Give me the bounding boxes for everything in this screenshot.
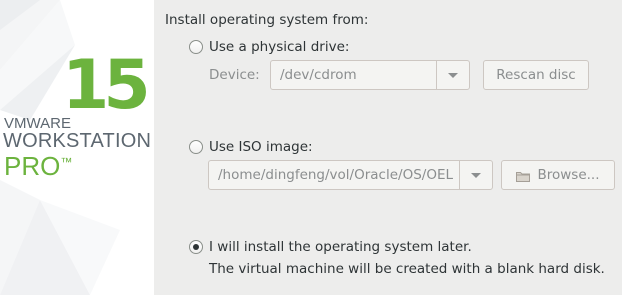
brand-panel: 15 VMWARE WORKSTATION PRO™ — [0, 0, 154, 295]
install-later-note: The virtual machine will be created with… — [209, 261, 605, 277]
rescan-disc-button[interactable]: Rescan disc — [483, 60, 589, 90]
device-value: /dev/cdrom — [280, 67, 357, 83]
brand-edition: PRO™ — [4, 151, 72, 182]
folder-icon — [516, 170, 531, 182]
new-vm-wizard-page: 15 VMWARE WORKSTATION PRO™ Install opera… — [0, 0, 622, 295]
iso-path-combobox[interactable]: /home/dingfeng/vol/Oracle/OS/OEL — [208, 160, 493, 190]
iso-path-dropdown-button[interactable] — [459, 161, 492, 189]
brand-version-number: 15 — [62, 46, 151, 125]
trademark-symbol: ™ — [60, 155, 73, 169]
iso-image-option[interactable]: Use ISO image: — [189, 139, 313, 155]
install-later-label: I will install the operating system late… — [209, 239, 472, 255]
physical-drive-label: Use a physical drive: — [209, 39, 350, 55]
brand-edition-label: PRO — [4, 151, 61, 181]
iso-image-label: Use ISO image: — [209, 139, 313, 155]
brand-product-name: WORKSTATION — [3, 130, 152, 152]
install-source-panel: Install operating system from: Use a phy… — [154, 0, 622, 295]
install-source-title: Install operating system from: — [165, 12, 369, 28]
iso-image-radio[interactable] — [189, 140, 203, 154]
chevron-down-icon — [448, 72, 458, 78]
chevron-down-icon — [471, 172, 481, 178]
device-dropdown-button[interactable] — [436, 61, 469, 89]
iso-path-value[interactable]: /home/dingfeng/vol/Oracle/OS/OEL — [209, 161, 459, 189]
physical-drive-option[interactable]: Use a physical drive: — [189, 39, 349, 55]
browse-button[interactable]: Browse... — [501, 160, 615, 190]
install-later-option[interactable]: I will install the operating system late… — [189, 239, 472, 255]
install-later-radio[interactable] — [189, 240, 203, 254]
physical-drive-radio[interactable] — [189, 40, 203, 54]
device-label: Device: — [209, 67, 260, 83]
device-combobox[interactable]: /dev/cdrom — [270, 60, 470, 90]
browse-label: Browse... — [537, 167, 600, 183]
